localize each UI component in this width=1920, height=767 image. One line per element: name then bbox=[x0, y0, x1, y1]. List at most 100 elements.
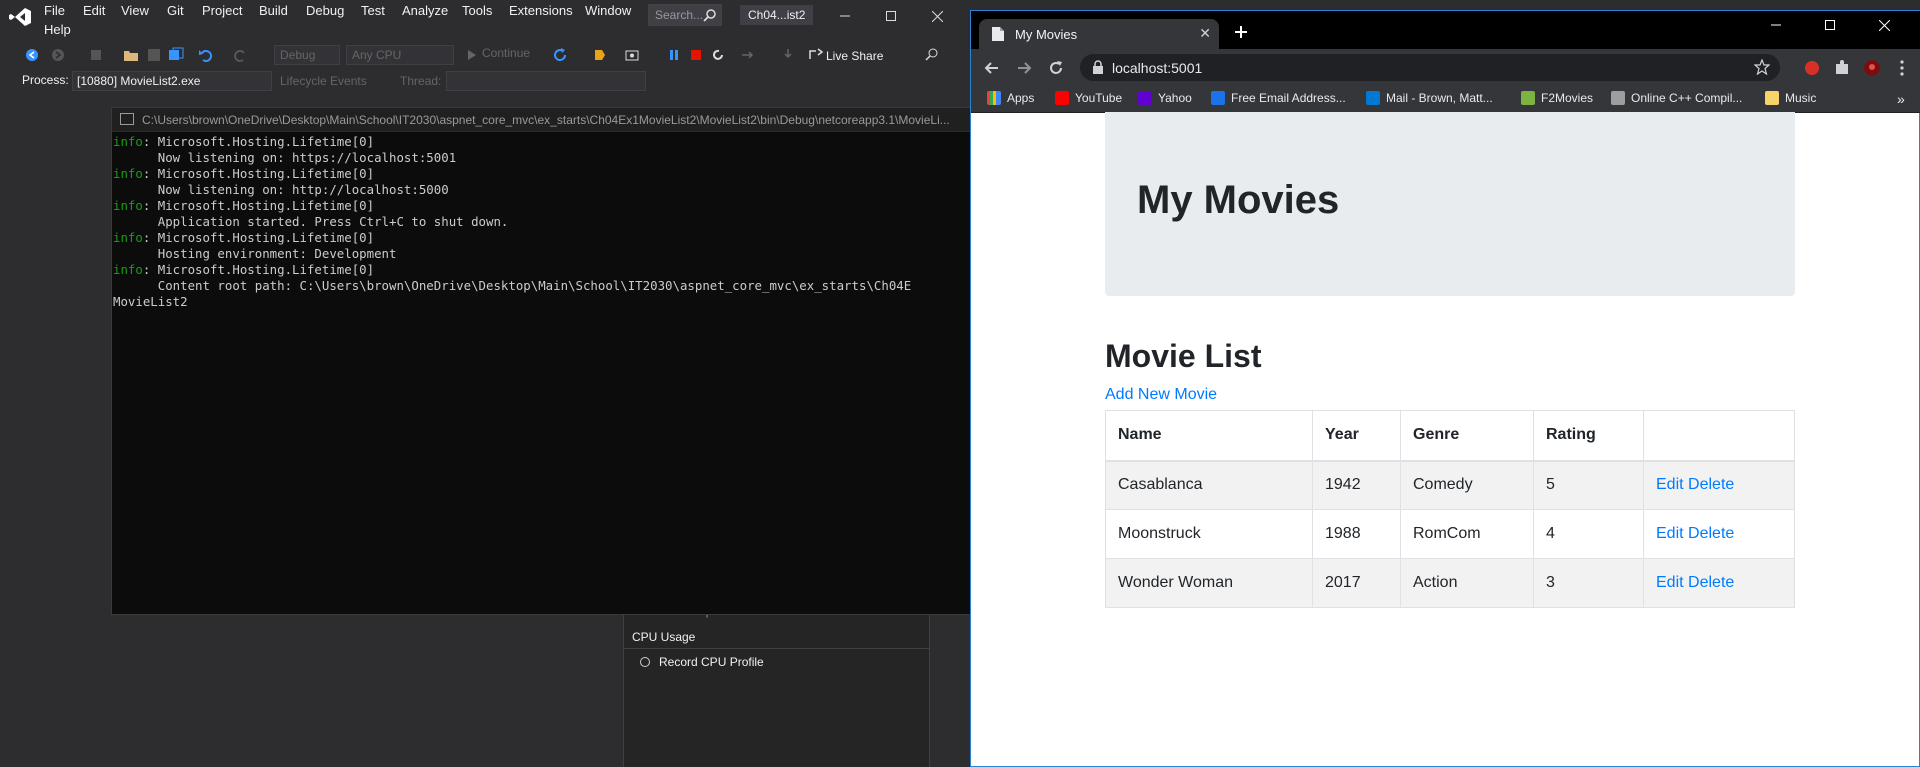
menu-extensions[interactable]: Extensions bbox=[509, 3, 573, 18]
bookmark-yahoo[interactable]: Yahoo bbox=[1138, 91, 1192, 105]
console-line: info: Microsoft.Hosting.Lifetime[0] bbox=[113, 166, 969, 182]
cell-name: Wonder Woman bbox=[1105, 558, 1313, 608]
divider bbox=[623, 648, 929, 649]
lifecycle-events-dropdown[interactable]: Lifecycle Events bbox=[280, 74, 367, 88]
column-header-genre: Genre bbox=[1400, 410, 1534, 462]
vs-search-box[interactable]: Search... bbox=[648, 4, 722, 26]
profile-avatar-icon[interactable] bbox=[1863, 59, 1881, 77]
redo-icon[interactable] bbox=[232, 47, 248, 63]
delete-link[interactable]: Delete bbox=[1688, 525, 1734, 542]
hot-reload-icon[interactable] bbox=[592, 47, 608, 63]
console-output: info: Microsoft.Hosting.Lifetime[0] Now … bbox=[113, 134, 969, 614]
forward-icon[interactable] bbox=[50, 47, 66, 63]
tab-my-movies[interactable]: My Movies ✕ bbox=[979, 19, 1219, 49]
menu-dots-icon[interactable] bbox=[1893, 59, 1911, 77]
thread-label: Thread: bbox=[400, 74, 442, 88]
console-titlebar[interactable]: C:\Users\brown\OneDrive\Desktop\Main\Sch… bbox=[112, 108, 972, 132]
new-project-icon[interactable] bbox=[88, 47, 104, 63]
menu-analyze[interactable]: Analyze bbox=[402, 3, 448, 18]
chrome-minimize-button[interactable] bbox=[1753, 11, 1799, 39]
menu-project[interactable]: Project bbox=[202, 3, 242, 18]
vs-minimize-button[interactable] bbox=[822, 0, 868, 32]
menu-edit[interactable]: Edit bbox=[83, 3, 105, 18]
menu-window[interactable]: Window bbox=[585, 3, 631, 18]
stop-icon[interactable] bbox=[688, 47, 704, 63]
log-message: : Microsoft.Hosting.Lifetime[0] bbox=[142, 230, 375, 245]
chrome-close-button[interactable] bbox=[1861, 11, 1907, 39]
live-share-button[interactable]: Live Share bbox=[826, 49, 883, 63]
menu-build[interactable]: Build bbox=[259, 3, 288, 18]
bookmark-youtube[interactable]: YouTube bbox=[1055, 91, 1122, 105]
step-into-icon[interactable] bbox=[780, 47, 796, 63]
back-icon[interactable] bbox=[24, 47, 40, 63]
edit-link[interactable]: Edit bbox=[1656, 574, 1684, 591]
console-line: info: Microsoft.Hosting.Lifetime[0] bbox=[113, 262, 969, 278]
menu-debug[interactable]: Debug bbox=[306, 3, 344, 18]
delete-link[interactable]: Delete bbox=[1688, 574, 1734, 591]
play-icon[interactable] bbox=[464, 47, 480, 63]
cell-rating: 3 bbox=[1533, 558, 1644, 608]
thread-dropdown[interactable] bbox=[446, 71, 646, 91]
bookmarks-overflow-icon[interactable]: » bbox=[1897, 91, 1905, 107]
log-level-tag: info bbox=[113, 166, 143, 181]
bookmark-f2movies[interactable]: F2Movies bbox=[1521, 91, 1593, 105]
log-level-tag: info bbox=[113, 262, 143, 277]
save-all-icon[interactable] bbox=[168, 47, 184, 63]
configuration-dropdown[interactable]: Debug bbox=[274, 45, 340, 65]
bookmark-free-email[interactable]: Free Email Address... bbox=[1211, 91, 1346, 105]
log-message: Content root path: C:\Users\brown\OneDri… bbox=[113, 278, 912, 293]
tab-close-icon[interactable]: ✕ bbox=[1199, 25, 1211, 42]
url-text: localhost:5001 bbox=[1112, 60, 1203, 76]
refresh-icon[interactable] bbox=[552, 47, 568, 63]
edit-link[interactable]: Edit bbox=[1656, 476, 1684, 493]
bookmark-music[interactable]: Music bbox=[1765, 91, 1816, 105]
menu-git[interactable]: Git bbox=[167, 3, 184, 18]
feedback-icon[interactable] bbox=[924, 47, 940, 63]
menu-help[interactable]: Help bbox=[44, 22, 71, 37]
new-tab-icon[interactable] bbox=[1233, 24, 1249, 40]
address-bar[interactable]: localhost:5001 bbox=[1080, 54, 1780, 81]
bookmark-star-icon[interactable] bbox=[1754, 59, 1770, 75]
restart-icon[interactable] bbox=[710, 47, 726, 63]
pause-icon[interactable] bbox=[666, 47, 682, 63]
apps-grid-icon bbox=[987, 91, 1001, 105]
menu-view[interactable]: View bbox=[121, 3, 149, 18]
record-icon[interactable] bbox=[640, 657, 650, 667]
forward-arrow-icon[interactable] bbox=[1015, 59, 1033, 77]
visual-studio-logo-icon bbox=[9, 8, 31, 26]
screenshot-icon[interactable] bbox=[624, 47, 640, 63]
step-over-icon[interactable] bbox=[740, 47, 756, 63]
menu-tools[interactable]: Tools bbox=[462, 3, 492, 18]
cell-actions: Edit Delete bbox=[1643, 509, 1795, 559]
extensions-puzzle-icon[interactable] bbox=[1833, 59, 1851, 77]
menu-file[interactable]: File bbox=[44, 3, 65, 18]
close-icon bbox=[1878, 19, 1890, 31]
vs-close-button[interactable] bbox=[914, 0, 960, 32]
bookmark-cpp-compiler[interactable]: Online C++ Compil... bbox=[1611, 91, 1742, 105]
log-level-tag: info bbox=[113, 134, 143, 149]
folder-icon bbox=[1765, 91, 1779, 105]
record-cpu-profile-button[interactable]: Record CPU Profile bbox=[659, 655, 764, 669]
log-message: Application started. Press Ctrl+C to shu… bbox=[113, 214, 509, 229]
menu-test[interactable]: Test bbox=[361, 3, 385, 18]
bookmark-apps[interactable]: Apps bbox=[987, 91, 1034, 105]
continue-button[interactable]: Continue bbox=[482, 46, 530, 60]
bookmark-mail[interactable]: Mail - Brown, Matt... bbox=[1366, 91, 1493, 105]
delete-link[interactable]: Delete bbox=[1688, 476, 1734, 493]
extension-red-icon[interactable] bbox=[1803, 59, 1821, 77]
platform-dropdown[interactable]: Any CPU bbox=[346, 45, 454, 65]
open-folder-icon[interactable] bbox=[123, 47, 139, 63]
reload-icon[interactable] bbox=[1047, 59, 1065, 77]
add-new-movie-link[interactable]: Add New Movie bbox=[1105, 386, 1217, 404]
chrome-tabstrip: My Movies ✕ bbox=[971, 11, 1920, 49]
save-icon[interactable] bbox=[146, 47, 162, 63]
console-line: info: Microsoft.Hosting.Lifetime[0] bbox=[113, 198, 969, 214]
undo-icon[interactable] bbox=[198, 47, 214, 63]
back-arrow-icon[interactable] bbox=[983, 59, 1001, 77]
vs-maximize-button[interactable] bbox=[868, 0, 914, 32]
process-dropdown[interactable]: [10880] MovieList2.exe bbox=[72, 71, 272, 91]
cell-actions: Edit Delete bbox=[1643, 558, 1795, 608]
cpp-icon bbox=[1611, 91, 1625, 105]
edit-link[interactable]: Edit bbox=[1656, 525, 1684, 542]
chrome-maximize-button[interactable] bbox=[1807, 11, 1853, 39]
